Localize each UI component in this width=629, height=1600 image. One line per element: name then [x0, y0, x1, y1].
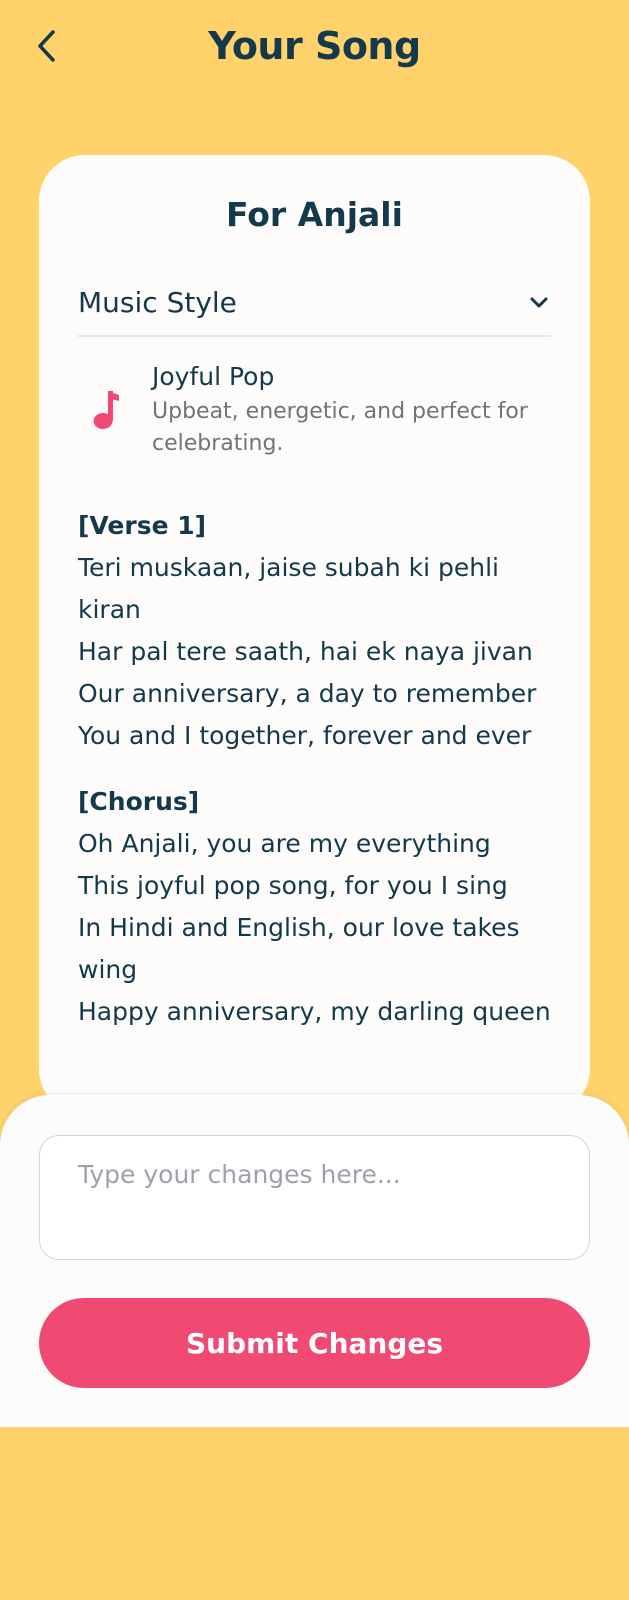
- chevron-down-icon: [530, 297, 548, 307]
- stanza-heading: [Chorus]: [78, 787, 200, 816]
- lyric-line: Oh Anjali, you are my everything: [78, 829, 491, 858]
- song-card: For Anjali Music Style Joyful Pop Upbeat…: [39, 155, 590, 1115]
- style-description: Upbeat, energetic, and perfect for celeb…: [152, 399, 528, 456]
- submit-changes-button[interactable]: Submit Changes: [39, 1298, 590, 1388]
- stanza-verse-1: [Verse 1] Teri muskaan, jaise subah ki p…: [78, 505, 558, 757]
- lyric-line: In Hindi and English, our love takes win…: [78, 913, 520, 984]
- music-style-dropdown[interactable]: Music Style: [78, 270, 551, 337]
- edit-sheet: Submit Changes: [0, 1095, 629, 1427]
- music-style-label: Music Style: [78, 286, 237, 319]
- changes-input[interactable]: [39, 1135, 590, 1260]
- lyric-line: Teri muskaan, jaise subah ki pehli kiran: [78, 553, 499, 624]
- lyric-line: This joyful pop song, for you I sing: [78, 871, 508, 900]
- selected-style: Joyful Pop Upbeat, energetic, and perfec…: [78, 360, 551, 460]
- lyric-line: Har pal tere saath, hai ek naya jivan: [78, 637, 533, 666]
- page-title: Your Song: [208, 24, 421, 68]
- stanza-heading: [Verse 1]: [78, 511, 207, 540]
- song-screen: Your Song For Anjali Music Style Joyful …: [0, 0, 629, 1600]
- lyric-line: Our anniversary, a day to remember: [78, 679, 537, 708]
- song-recipient-title: For Anjali: [226, 195, 403, 234]
- lyric-line: Happy anniversary, my darling queen: [78, 997, 551, 1026]
- style-name: Joyful Pop: [152, 362, 275, 391]
- music-note-icon: [78, 382, 134, 438]
- lyrics: [Verse 1] Teri muskaan, jaise subah ki p…: [78, 505, 558, 1057]
- lyric-line: You and I together, forever and ever: [78, 721, 532, 750]
- stanza-chorus: [Chorus] Oh Anjali, you are my everythin…: [78, 781, 558, 1033]
